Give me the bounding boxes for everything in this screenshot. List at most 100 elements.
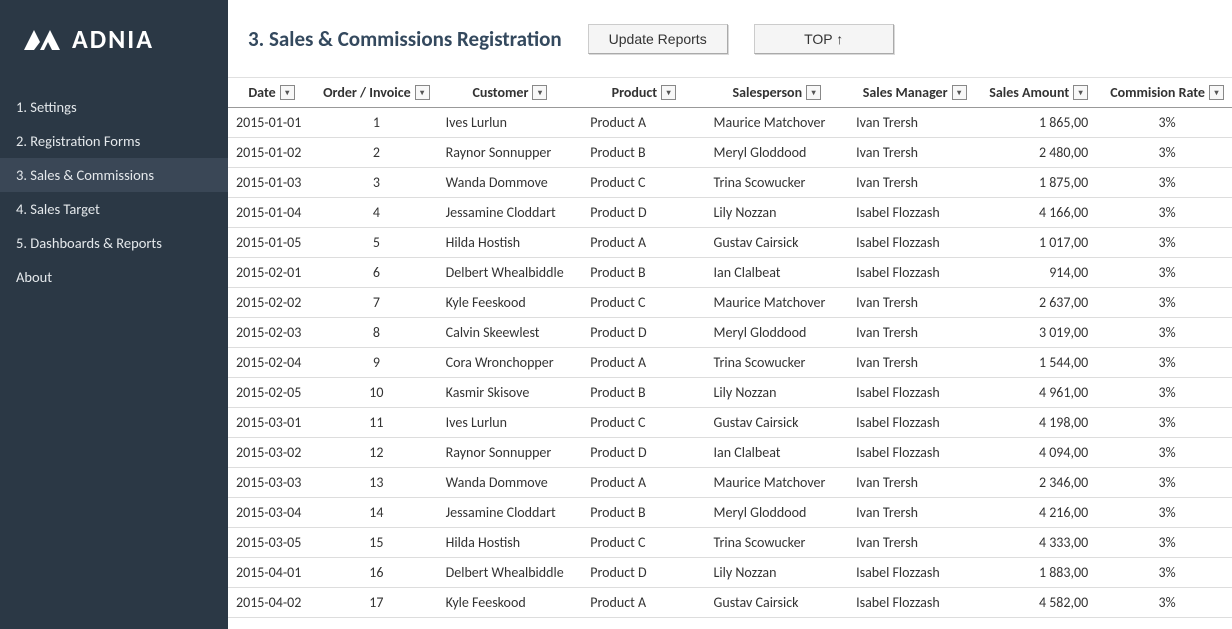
cell-product: Product D [582, 318, 705, 348]
cell-manager: Ivan Trersh [848, 348, 981, 378]
cell-date: 2015-01-04 [228, 198, 315, 228]
column-label-order: Order / Invoice [323, 84, 411, 101]
cell-order: 6 [315, 258, 438, 288]
table-body: 2015-01-011Ives LurlunProduct AMaurice M… [228, 108, 1232, 618]
filter-dropdown-icon[interactable]: ▾ [280, 85, 295, 100]
cell-product: Product D [582, 558, 705, 588]
column-label-rate: Commision Rate [1110, 84, 1205, 101]
cell-product: Product B [582, 498, 705, 528]
cell-date: 2015-03-03 [228, 468, 315, 498]
sidebar-item-2[interactable]: 3. Sales & Commissions [0, 158, 228, 192]
table-row[interactable]: 2015-03-0515Hilda HostishProduct CTrina … [228, 528, 1232, 558]
sidebar-item-3[interactable]: 4. Sales Target [0, 192, 228, 226]
cell-rate: 3% [1102, 588, 1232, 618]
sidebar-item-4[interactable]: 5. Dashboards & Reports [0, 226, 228, 260]
cell-product: Product A [582, 468, 705, 498]
cell-product: Product C [582, 408, 705, 438]
cell-manager: Isabel Flozzash [848, 408, 981, 438]
column-label-manager: Sales Manager [863, 84, 948, 101]
cell-amount: 4 582,00 [981, 588, 1102, 618]
top-button[interactable]: TOP ↑ [754, 24, 894, 54]
filter-dropdown-icon[interactable]: ▾ [1209, 85, 1224, 100]
table-scroll[interactable]: Date▾Order / Invoice▾Customer▾Product▾Sa… [228, 78, 1232, 629]
filter-dropdown-icon[interactable]: ▾ [952, 85, 967, 100]
cell-rate: 3% [1102, 558, 1232, 588]
table-row[interactable]: 2015-02-0510Kasmir SkisoveProduct BLily … [228, 378, 1232, 408]
cell-date: 2015-01-03 [228, 168, 315, 198]
cell-salesperson: Gustav Cairsick [706, 588, 849, 618]
column-header-product: Product▾ [582, 78, 705, 108]
sidebar: ADNIA 1. Settings2. Registration Forms3.… [0, 0, 228, 629]
cell-date: 2015-02-05 [228, 378, 315, 408]
table-row[interactable]: 2015-01-022Raynor SonnupperProduct BMery… [228, 138, 1232, 168]
cell-manager: Ivan Trersh [848, 528, 981, 558]
cell-rate: 3% [1102, 378, 1232, 408]
cell-amount: 4 166,00 [981, 198, 1102, 228]
cell-manager: Isabel Flozzash [848, 228, 981, 258]
table-row[interactable]: 2015-02-027Kyle FeeskoodProduct CMaurice… [228, 288, 1232, 318]
cell-rate: 3% [1102, 288, 1232, 318]
cell-order: 5 [315, 228, 438, 258]
table-row[interactable]: 2015-03-0313Wanda DommoveProduct AMauric… [228, 468, 1232, 498]
cell-amount: 2 480,00 [981, 138, 1102, 168]
cell-rate: 3% [1102, 468, 1232, 498]
cell-manager: Ivan Trersh [848, 138, 981, 168]
cell-customer: Delbert Whealbiddle [438, 558, 583, 588]
cell-date: 2015-02-01 [228, 258, 315, 288]
filter-dropdown-icon[interactable]: ▾ [661, 85, 676, 100]
table-row[interactable]: 2015-02-049Cora WronchopperProduct ATrin… [228, 348, 1232, 378]
filter-dropdown-icon[interactable]: ▾ [1073, 85, 1088, 100]
sales-table: Date▾Order / Invoice▾Customer▾Product▾Sa… [228, 78, 1232, 618]
cell-manager: Isabel Flozzash [848, 438, 981, 468]
cell-manager: Isabel Flozzash [848, 378, 981, 408]
cell-customer: Kasmir Skisove [438, 378, 583, 408]
table-row[interactable]: 2015-02-016Delbert WhealbiddleProduct BI… [228, 258, 1232, 288]
cell-product: Product A [582, 108, 705, 138]
table-row[interactable]: 2015-03-0111Ives LurlunProduct CGustav C… [228, 408, 1232, 438]
cell-rate: 3% [1102, 408, 1232, 438]
cell-order: 3 [315, 168, 438, 198]
cell-manager: Isabel Flozzash [848, 198, 981, 228]
update-reports-button[interactable]: Update Reports [588, 24, 728, 54]
sidebar-item-1[interactable]: 2. Registration Forms [0, 124, 228, 158]
cell-rate: 3% [1102, 258, 1232, 288]
filter-dropdown-icon[interactable]: ▾ [532, 85, 547, 100]
table-row[interactable]: 2015-01-055Hilda HostishProduct AGustav … [228, 228, 1232, 258]
cell-product: Product D [582, 198, 705, 228]
table-row[interactable]: 2015-01-044Jessamine CloddartProduct DLi… [228, 198, 1232, 228]
filter-dropdown-icon[interactable]: ▾ [806, 85, 821, 100]
sidebar-item-5[interactable]: About [0, 260, 228, 294]
cell-salesperson: Trina Scowucker [706, 528, 849, 558]
cell-salesperson: Meryl Gloddood [706, 498, 849, 528]
cell-product: Product B [582, 378, 705, 408]
filter-dropdown-icon[interactable]: ▾ [415, 85, 430, 100]
cell-product: Product C [582, 528, 705, 558]
cell-rate: 3% [1102, 198, 1232, 228]
cell-manager: Ivan Trersh [848, 498, 981, 528]
cell-salesperson: Maurice Matchover [706, 288, 849, 318]
main-area: 3. Sales & Commissions Registration Upda… [228, 0, 1232, 629]
cell-product: Product A [582, 588, 705, 618]
table-row[interactable]: 2015-02-038Calvin SkeewlestProduct DMery… [228, 318, 1232, 348]
page-title: 3. Sales & Commissions Registration [248, 26, 562, 52]
table-row[interactable]: 2015-01-033Wanda DommoveProduct CTrina S… [228, 168, 1232, 198]
cell-date: 2015-01-01 [228, 108, 315, 138]
column-header-amount: Sales Amount▾ [981, 78, 1102, 108]
cell-customer: Hilda Hostish [438, 228, 583, 258]
brand-name: ADNIA [72, 23, 154, 55]
sidebar-item-0[interactable]: 1. Settings [0, 90, 228, 124]
cell-customer: Kyle Feeskood [438, 288, 583, 318]
column-header-date: Date▾ [228, 78, 315, 108]
cell-rate: 3% [1102, 138, 1232, 168]
cell-rate: 3% [1102, 108, 1232, 138]
cell-amount: 4 198,00 [981, 408, 1102, 438]
table-row[interactable]: 2015-04-0217Kyle FeeskoodProduct AGustav… [228, 588, 1232, 618]
table-row[interactable]: 2015-03-0212Raynor SonnupperProduct DIan… [228, 438, 1232, 468]
cell-customer: Ives Lurlun [438, 408, 583, 438]
table-row[interactable]: 2015-04-0116Delbert WhealbiddleProduct D… [228, 558, 1232, 588]
table-row[interactable]: 2015-03-0414Jessamine CloddartProduct BM… [228, 498, 1232, 528]
cell-order: 14 [315, 498, 438, 528]
table-row[interactable]: 2015-01-011Ives LurlunProduct AMaurice M… [228, 108, 1232, 138]
cell-manager: Ivan Trersh [848, 168, 981, 198]
cell-manager: Isabel Flozzash [848, 258, 981, 288]
